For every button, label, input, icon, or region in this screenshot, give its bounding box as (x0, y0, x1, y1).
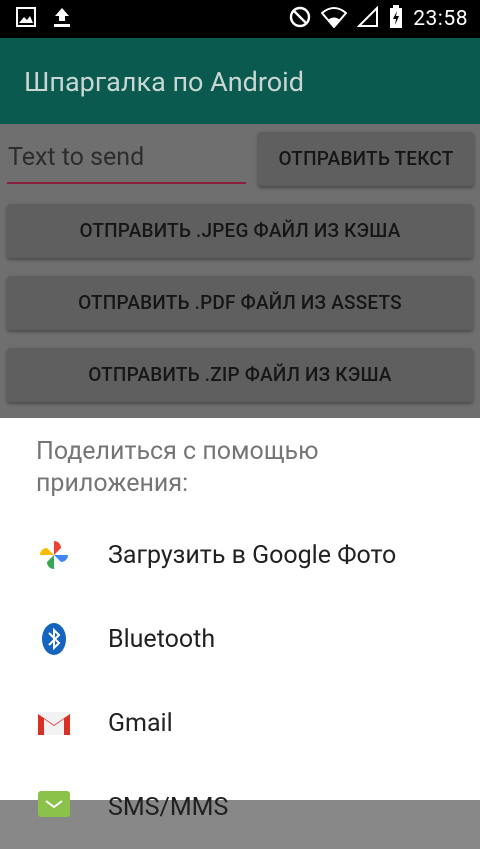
share-item-bluetooth[interactable]: Bluetooth (0, 597, 480, 681)
send-jpeg-button[interactable]: ОТПРАВИТЬ .JPEG ФАЙЛ ИЗ КЭША (7, 204, 473, 258)
share-item-label: SMS/MMS (108, 792, 229, 822)
do-not-disturb-icon (289, 6, 311, 32)
signal-icon (356, 5, 379, 32)
share-item-google-photos[interactable]: Загрузить в Google Фото (0, 513, 480, 597)
text-to-send-input[interactable]: Text to send (7, 140, 246, 184)
share-item-label: Gmail (108, 708, 173, 738)
gmail-icon (36, 705, 72, 741)
sms-icon (36, 789, 72, 825)
share-sheet-title: Поделиться с помощью приложения: (36, 437, 319, 498)
share-item-gmail[interactable]: Gmail (0, 681, 480, 765)
bluetooth-icon (36, 621, 72, 657)
send-pdf-button[interactable]: ОТПРАВИТЬ .PDF ФАЙЛ ИЗ ASSETS (7, 276, 473, 330)
status-time: 23:58 (413, 7, 468, 31)
share-item-label: Загрузить в Google Фото (108, 540, 397, 570)
image-icon (16, 7, 36, 31)
share-item-label: Bluetooth (108, 624, 216, 654)
wifi-icon (320, 6, 348, 32)
google-photos-icon (36, 537, 72, 573)
share-sheet: Поделиться с помощью приложения: Загрузи… (0, 418, 480, 822)
download-icon (52, 6, 72, 32)
send-zip-button[interactable]: ОТПРАВИТЬ .ZIP ФАЙЛ ИЗ КЭША (7, 348, 473, 402)
share-item-sms[interactable]: SMS/MMS (0, 765, 480, 849)
battery-charging-icon (389, 5, 403, 33)
send-text-button[interactable]: ОТПРАВИТЬ ТЕКСТ (258, 132, 474, 186)
main-content: Text to send ОТПРАВИТЬ ТЕКСТ ОТПРАВИТЬ .… (0, 124, 480, 418)
app-title: Шпаргалка по Android (24, 66, 304, 98)
status-bar: 23:58 (0, 0, 480, 38)
app-bar: Шпаргалка по Android (0, 38, 480, 124)
